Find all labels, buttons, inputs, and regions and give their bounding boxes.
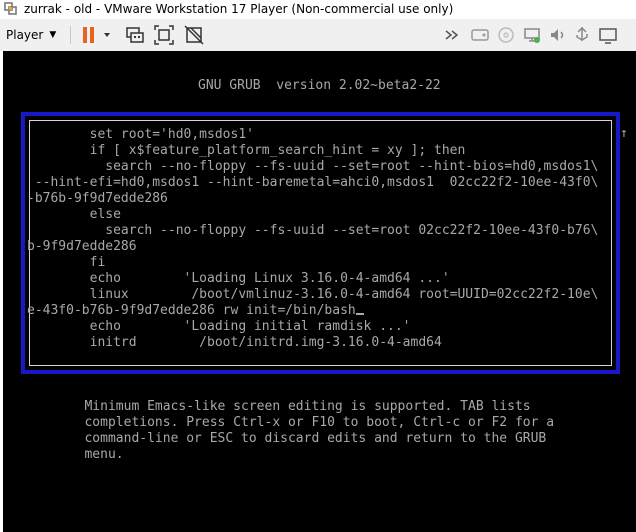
toolbar-separator — [70, 26, 71, 44]
fit-guest-icon — [154, 25, 174, 45]
pause-icon — [83, 27, 94, 43]
sound-icon — [551, 29, 564, 41]
help-line: Minimum Emacs-like screen editing is sup… — [61, 399, 531, 414]
send-ctrl-alt-del-icon — [126, 27, 144, 43]
unity-button[interactable] — [183, 24, 205, 46]
cd-dvd-button[interactable] — [495, 24, 517, 46]
chevron-down-icon: ▼ — [49, 30, 57, 40]
player-menu-button[interactable]: Player ▼ — [6, 25, 56, 45]
grub-line: if [ x$feature_platform_search_hint = xy… — [27, 143, 466, 158]
grub-line: set root='hd0,msdos1' — [27, 127, 254, 142]
vmware-icon — [4, 2, 17, 15]
grub-line-with-cursor: e-43f0-b76b-9f9d7edde286 rw init=/bin/ba… — [27, 303, 615, 319]
cd-dvd-icon — [498, 27, 514, 43]
forward-icon — [445, 30, 459, 40]
help-line: completions. Press Ctrl-x or F10 to boot… — [61, 415, 555, 430]
removable-device-button[interactable] — [469, 24, 491, 46]
window-title: zurrak - old - VMware Workstation 17 Pla… — [24, 2, 454, 16]
grub-header: GNU GRUB version 2.02~beta2-22 — [198, 78, 441, 93]
grub-line: echo 'Loading Linux 3.16.0-4-amd64 ...' — [27, 271, 450, 286]
usb-button[interactable] — [571, 24, 593, 46]
network-icon — [524, 28, 540, 43]
forward-button[interactable] — [441, 24, 463, 46]
fit-guest-button[interactable] — [153, 24, 175, 46]
grub-line: linux /boot/vmlinuz-3.16.0-4-amd64 root=… — [27, 287, 599, 302]
pause-dropdown-button[interactable] — [100, 24, 122, 46]
network-button[interactable] — [521, 24, 543, 46]
scroll-up-indicator-icon: ↑ — [620, 126, 628, 141]
usb-icon — [576, 26, 588, 41]
removable-device-icon — [471, 29, 489, 41]
display-icon — [599, 28, 617, 44]
grub-line: -b76b-9f9d7edde286 — [27, 191, 168, 206]
grub-line: b-9f9d7edde286 — [27, 239, 137, 254]
grub-edit-area[interactable]: set root='hd0,msdos1' if [ x$feature_pla… — [27, 127, 615, 367]
player-menu-label: Player — [6, 28, 44, 42]
sound-button[interactable] — [547, 24, 569, 46]
grub-line: fi — [27, 255, 106, 270]
grub-line: search --no-floppy --fs-uuid --set=root … — [27, 223, 599, 238]
help-line: menu. — [61, 447, 124, 462]
unity-icon — [184, 25, 204, 45]
pause-button[interactable] — [78, 24, 100, 46]
grub-line: initrd /boot/initrd.img-3.16.0-4-amd64 — [27, 335, 442, 350]
help-line: command-line or ESC to discard edits and… — [61, 431, 547, 446]
grub-line: e-43f0-b76b-9f9d7edde286 rw init=/bin/ba… — [27, 303, 356, 318]
player-toolbar: Player ▼ — [0, 19, 636, 51]
vm-console[interactable]: GNU GRUB version 2.02~beta2-22 set root=… — [3, 51, 636, 532]
grub-line: else — [27, 207, 121, 222]
send-ctrl-alt-del-button[interactable] — [124, 24, 146, 46]
grub-line: search --no-floppy --fs-uuid --set=root … — [27, 159, 599, 174]
grub-line: echo 'Loading initial ramdisk ...' — [27, 319, 411, 334]
text-cursor — [355, 313, 364, 315]
grub-help-text: Minimum Emacs-like screen editing is sup… — [61, 399, 554, 463]
chevron-down-icon — [104, 33, 110, 37]
display-button[interactable] — [597, 24, 619, 46]
grub-line: --hint-efi=hd0,msdos1 --hint-baremetal=a… — [27, 175, 599, 190]
window-title-bar: zurrak - old - VMware Workstation 17 Pla… — [0, 0, 636, 19]
